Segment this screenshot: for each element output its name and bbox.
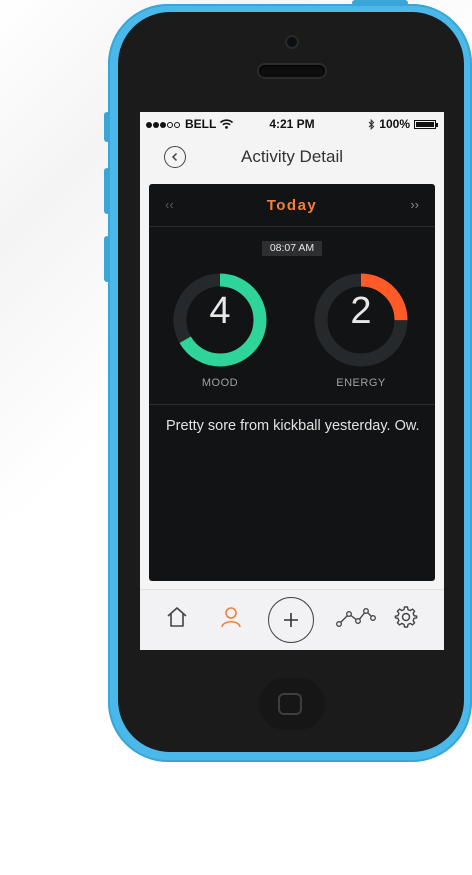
tab-profile[interactable] [216, 602, 246, 632]
mood-value: 4 [209, 290, 231, 332]
battery-icon [414, 119, 438, 129]
entry-time-badge: 08:07 AM [262, 241, 322, 256]
entry-note: Pretty sore from kickball yesterday. Ow. [166, 418, 420, 434]
mood-gauge: 4 [172, 272, 268, 368]
front-camera [287, 37, 297, 47]
person-icon [221, 607, 241, 628]
mood-label: MOOD [201, 377, 239, 389]
earpiece-speaker [259, 65, 325, 77]
add-entry-button[interactable] [268, 597, 314, 643]
tab-bar [140, 589, 444, 650]
battery-percent: 100% [379, 117, 410, 131]
tab-trends[interactable] [336, 602, 376, 632]
day-selector: ‹‹ Today ›› [149, 184, 435, 227]
plus-icon [284, 613, 298, 627]
energy-label: ENERGY [336, 377, 386, 389]
activity-card: ‹‹ Today ›› 08:07 AM 4 MOOD 2 ENERGY Pre… [149, 184, 435, 581]
page-title: Activity Detail [240, 147, 344, 166]
energy-gauge: 2 [313, 272, 409, 368]
trend-line-icon [336, 608, 376, 627]
energy-value: 2 [350, 290, 372, 332]
status-bar: BELL 4:21 PM 100% [140, 112, 444, 134]
bluetooth-icon [368, 118, 375, 130]
phone-screen: BELL 4:21 PM 100% Activity Detail ‹‹ Tod… [140, 112, 444, 650]
tab-home[interactable] [162, 602, 192, 632]
next-day-button[interactable]: ›› [410, 197, 419, 212]
card-divider [149, 404, 435, 405]
gear-icon [394, 606, 418, 628]
navigation-bar: Activity Detail [140, 134, 444, 182]
home-icon [167, 607, 187, 627]
home-button[interactable] [278, 693, 302, 715]
tab-settings[interactable] [391, 602, 421, 632]
day-label: Today [266, 197, 318, 214]
